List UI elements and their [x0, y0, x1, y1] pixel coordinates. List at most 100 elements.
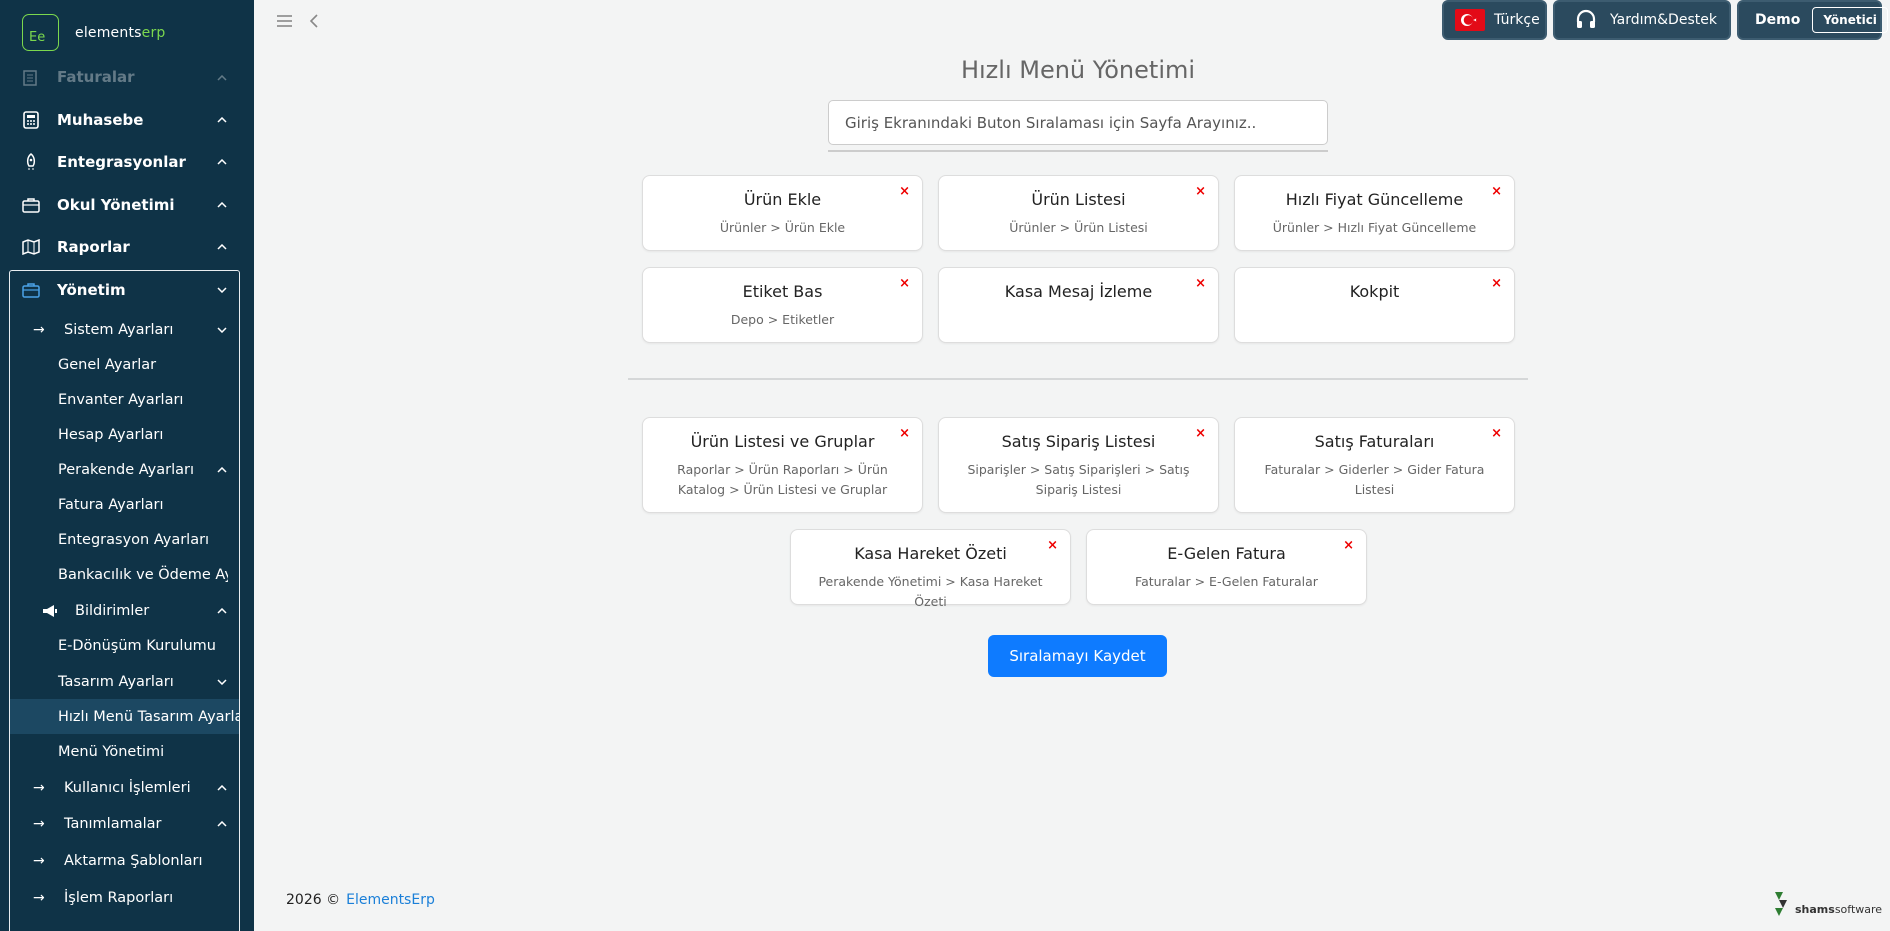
sidebar-item-raporlar[interactable]: Raporlar	[0, 226, 254, 268]
search-underline	[828, 150, 1328, 152]
remove-icon[interactable]: ×	[1195, 426, 1206, 441]
quick-menu-card[interactable]: Etiket Bas Depo > Etiketler ×	[642, 267, 923, 343]
sidebar-item-bankacilik-ayarlari[interactable]: Bankacılık ve Ödeme Ayarları	[0, 557, 228, 592]
sidebar-item-tasarim-ayarlari[interactable]: Tasarım Ayarları	[0, 664, 254, 699]
quick-menu-card[interactable]: E-Gelen Fatura Faturalar > E-Gelen Fatur…	[1086, 529, 1367, 605]
remove-icon[interactable]: ×	[1047, 538, 1058, 553]
sidebar-item-bildirimler[interactable]: Bildirimler	[0, 593, 254, 628]
map-icon	[21, 237, 41, 257]
sidebar-item-genel-ayarlar[interactable]: Genel Ayarlar	[0, 347, 254, 382]
language-label: Türkçe	[1494, 12, 1540, 28]
sidebar-item-label: Perakende Ayarları	[58, 461, 194, 478]
sidebar-item-label: Aktarma Şablonları	[64, 852, 203, 869]
chevron-up-icon	[216, 199, 228, 211]
logo-mark: Ee	[22, 14, 59, 51]
chevron-up-icon	[216, 156, 228, 168]
card-title: Ürün Listesi	[1031, 190, 1126, 209]
sidebar-item-hesap-ayarlari[interactable]: Hesap Ayarları	[0, 417, 254, 452]
user-name: Demo	[1755, 12, 1801, 28]
sidebar-item-entegrasyonlar[interactable]: Entegrasyonlar	[0, 141, 254, 183]
sidebar-item-yonetim[interactable]: Yönetim	[0, 269, 254, 311]
remove-icon[interactable]: ×	[1491, 426, 1502, 441]
sidebar-item-fatura-ayarlari[interactable]: Fatura Ayarları	[0, 487, 254, 522]
page-search-input[interactable]	[828, 100, 1328, 145]
remove-icon[interactable]: ×	[899, 276, 910, 291]
remove-icon[interactable]: ×	[1491, 184, 1502, 199]
sidebar-item-islem-raporlari[interactable]: → İşlem Raporları	[0, 880, 254, 915]
sidebar-item-aktarma-sablonlari[interactable]: → Aktarma Şablonları	[0, 843, 254, 878]
sidebar-item-label: Tasarım Ayarları	[58, 673, 174, 690]
sidebar-item-tanimlamalar[interactable]: → Tanımlamalar	[0, 806, 254, 841]
language-button[interactable]: Türkçe	[1442, 0, 1547, 40]
chevron-up-icon	[216, 782, 228, 794]
arrow-right-icon: →	[33, 852, 45, 869]
quick-menu-card[interactable]: Satış Faturaları Faturalar > Giderler > …	[1234, 417, 1515, 513]
quick-menu-card[interactable]: Ürün Listesi ve Gruplar Raporlar > Ürün …	[642, 417, 923, 513]
vendor-logo: shamssoftware	[1773, 890, 1882, 918]
quick-menu-card[interactable]: Kasa Hareket Özeti Perakende Yönetimi > …	[790, 529, 1071, 609]
save-order-button[interactable]: Sıralamayı Kaydet	[988, 635, 1167, 677]
support-label: Yardım&Destek	[1610, 12, 1717, 28]
sidebar-item-perakende-ayarlari[interactable]: Perakende Ayarları	[0, 452, 254, 487]
briefcase-icon	[21, 195, 41, 215]
sidebar-item-label: İşlem Raporları	[64, 889, 174, 906]
card-path: Ürünler > Ürün Listesi	[1009, 220, 1148, 235]
copyright-text: 2026 ©	[286, 892, 341, 908]
sidebar-item-okul-yonetimi[interactable]: Okul Yönetimi	[0, 184, 254, 226]
chevron-up-icon	[216, 818, 228, 830]
quick-menu-card[interactable]: Ürün Listesi Ürünler > Ürün Listesi ×	[938, 175, 1219, 251]
page-title: Hızlı Menü Yönetimi	[960, 56, 1196, 84]
sidebar-item-menu-yonetimi[interactable]: Menü Yönetimi	[0, 734, 254, 769]
arrow-right-icon: →	[33, 815, 45, 832]
menu-icon[interactable]	[276, 13, 293, 32]
support-button[interactable]: Yardım&Destek	[1553, 0, 1731, 40]
sidebar-item-kullanici-islemleri[interactable]: → Kullanıcı İşlemleri	[0, 770, 254, 805]
remove-icon[interactable]: ×	[899, 184, 910, 199]
sidebar-item-muhasebe[interactable]: Muhasebe	[0, 99, 254, 141]
user-menu-button[interactable]: Demo Yönetici	[1737, 0, 1888, 40]
card-title: Kokpit	[1349, 282, 1400, 301]
headset-icon	[1575, 9, 1597, 31]
remove-icon[interactable]: ×	[1195, 276, 1206, 291]
remove-icon[interactable]: ×	[1491, 276, 1502, 291]
chevron-left-icon[interactable]	[309, 13, 318, 32]
sidebar-item-e-donusum-kurulumu[interactable]: E-Dönüşüm Kurulumu	[0, 628, 254, 663]
sidebar-item-label: Hesap Ayarları	[58, 426, 164, 443]
chevron-down-icon	[216, 676, 228, 688]
sidebar-item-envanter-ayarlari[interactable]: Envanter Ayarları	[0, 382, 254, 417]
sidebar-item-label: Yönetim	[57, 281, 126, 299]
quick-menu-card[interactable]: Hızlı Fiyat Güncelleme Ürünler > Hızlı F…	[1234, 175, 1515, 251]
card-title: Hızlı Fiyat Güncelleme	[1285, 190, 1464, 209]
sidebar-item-label: Hızlı Menü Tasarım Ayarları	[58, 708, 239, 725]
sidebar-item-label: Muhasebe	[57, 111, 144, 129]
footer-link[interactable]: ElementsErp	[346, 892, 435, 908]
quick-menu-card[interactable]: Kokpit ×	[1234, 267, 1515, 343]
app-logo[interactable]: Ee elementserp	[22, 14, 165, 51]
quick-menu-card[interactable]: Ürün Ekle Ürünler > Ürün Ekle ×	[642, 175, 923, 251]
chevron-down-icon	[216, 284, 228, 296]
arrow-right-icon: →	[33, 889, 45, 906]
section-divider	[628, 378, 1528, 380]
remove-icon[interactable]: ×	[1343, 538, 1354, 553]
card-path: Raporlar > Ürün Raporları > Ürün Katalog…	[677, 462, 888, 497]
chevron-down-icon	[216, 324, 228, 336]
footer: 2026 © ElementsErp	[286, 892, 435, 908]
sidebar-item-label: Sistem Ayarları	[64, 321, 174, 338]
remove-icon[interactable]: ×	[1195, 184, 1206, 199]
sidebar-item-label: Menü Yönetimi	[58, 743, 165, 760]
card-path: Faturalar > Giderler > Gider Fatura List…	[1264, 462, 1485, 497]
remove-icon[interactable]: ×	[899, 426, 910, 441]
arrow-right-icon: →	[33, 779, 45, 796]
sidebar-item-label: Genel Ayarlar	[58, 356, 157, 373]
card-title: Ürün Ekle	[743, 190, 822, 209]
card-title: Satış Faturaları	[1314, 432, 1435, 451]
sidebar-item-hizli-menu-tasarim[interactable]: Hızlı Menü Tasarım Ayarları	[10, 699, 239, 734]
sidebar-item-sistem-ayarlari[interactable]: → Sistem Ayarları	[0, 312, 254, 347]
arrow-right-icon: →	[33, 321, 45, 338]
card-path: Perakende Yönetimi > Kasa Hareket Özeti	[818, 574, 1043, 609]
sidebar-item-entegrasyon-ayarlari[interactable]: Entegrasyon Ayarları	[0, 522, 254, 557]
card-title: Ürün Listesi ve Gruplar	[690, 432, 875, 451]
quick-menu-card[interactable]: Satış Sipariş Listesi Siparişler > Satış…	[938, 417, 1219, 513]
quick-menu-card[interactable]: Kasa Mesaj İzleme ×	[938, 267, 1219, 343]
card-path: Depo > Etiketler	[730, 312, 835, 327]
